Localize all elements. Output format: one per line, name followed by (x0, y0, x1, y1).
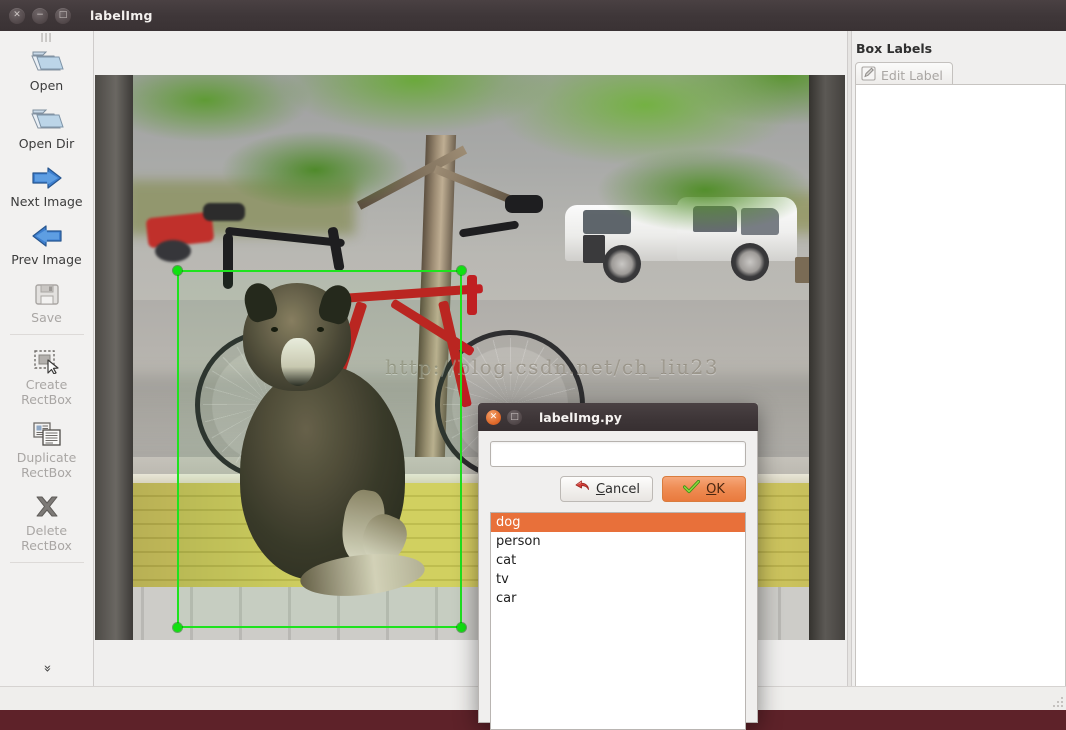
create-rectbox-icon (32, 342, 62, 374)
ok-button[interactable]: OK (662, 476, 746, 502)
toolbar-item-next-image[interactable]: Next Image (0, 155, 93, 213)
list-item[interactable]: dog (491, 513, 745, 532)
toolbar-label: Create RectBox (21, 377, 72, 407)
dialog-body: Cancel OK dog person cat tv car (478, 431, 758, 730)
toolbar-label: Open Dir (18, 136, 75, 151)
list-item[interactable]: cat (491, 551, 745, 570)
toolbar-item-prev-image[interactable]: Prev Image (0, 213, 93, 271)
ok-button-text: OK (706, 482, 725, 497)
ok-rest: K (716, 481, 725, 497)
toolbar-item-create-rectbox[interactable]: Create RectBox (0, 338, 93, 411)
toolbar-item-open-dir[interactable]: Open Dir (0, 97, 93, 155)
label-name-input[interactable] (490, 441, 746, 467)
ok-accel: O (706, 481, 717, 497)
window-titlebar: ✕ − □ labelImg (0, 0, 1066, 31)
toolbar-label: Save (31, 310, 62, 325)
minimize-icon[interactable]: − (32, 7, 48, 24)
check-mark-icon (683, 479, 701, 498)
toolbar-item-open[interactable]: Open (0, 39, 93, 97)
close-icon[interactable]: ✕ (9, 7, 25, 24)
edit-pencil-icon (861, 66, 876, 84)
toolbar-label: Delete RectBox (21, 523, 72, 553)
toolbar-label: Next Image (10, 194, 83, 209)
window-controls: ✕ − □ (9, 7, 71, 24)
dialog-title: labelImg.py (539, 409, 622, 425)
open-folder-icon (30, 43, 64, 75)
undo-arrow-icon (573, 480, 590, 499)
box-labels-title: Box Labels (856, 41, 933, 56)
label-dialog: ✕ □ labelImg.py Cancel OK dog person cat… (478, 403, 758, 730)
dock-splitter[interactable] (847, 31, 852, 686)
cancel-accel: C (595, 481, 606, 497)
box-labels-list[interactable] (855, 84, 1066, 691)
bounding-box[interactable] (173, 266, 466, 632)
dialog-button-row: Cancel OK (490, 476, 746, 502)
edit-label-button-text: Edit Label (881, 67, 943, 83)
delete-rectbox-icon (32, 488, 62, 520)
dialog-window-controls: ✕ □ (486, 409, 522, 425)
dialog-maximize-icon[interactable]: □ (507, 409, 522, 425)
list-item[interactable]: car (491, 589, 745, 608)
bbox-handle-top-right[interactable] (457, 266, 466, 275)
cancel-rest: ancel (605, 481, 640, 497)
bbox-handle-top-left[interactable] (173, 266, 182, 275)
list-item[interactable]: tv (491, 570, 745, 589)
arrow-right-icon (31, 159, 63, 191)
left-toolbar: ||| Open Open Dir Next Image Prev Image … (0, 31, 94, 686)
toolbar-item-delete-rectbox[interactable]: Delete RectBox (0, 484, 93, 557)
dialog-titlebar: ✕ □ labelImg.py (478, 403, 758, 431)
toolbar-separator (9, 334, 84, 335)
toolbar-overflow-icon[interactable]: » (39, 665, 54, 673)
dialog-close-icon[interactable]: ✕ (486, 409, 501, 425)
arrow-left-icon (31, 217, 63, 249)
bbox-handle-bottom-left[interactable] (173, 623, 182, 632)
list-item[interactable]: person (491, 532, 745, 551)
window-title: labelImg (90, 8, 153, 23)
toolbar-label: Duplicate RectBox (16, 450, 77, 480)
toolbar-item-save[interactable]: Save (0, 271, 93, 329)
resize-grip-icon[interactable] (1049, 693, 1063, 707)
duplicate-rectbox-icon (32, 415, 62, 447)
toolbar-label: Open (29, 78, 64, 93)
maximize-icon[interactable]: □ (55, 7, 71, 24)
floppy-disk-icon (33, 275, 61, 307)
toolbar-label: Prev Image (11, 252, 82, 267)
toolbar-separator (9, 562, 84, 563)
predefined-label-list[interactable]: dog person cat tv car (490, 512, 746, 730)
cancel-button[interactable]: Cancel (559, 476, 653, 502)
bbox-handle-bottom-right[interactable] (457, 623, 466, 632)
toolbar-item-duplicate-rectbox[interactable]: Duplicate RectBox (0, 411, 93, 484)
box-labels-dock: Box Labels Edit Label (847, 31, 1066, 691)
cancel-button-text: Cancel (596, 482, 640, 497)
open-folder-icon (30, 101, 64, 133)
